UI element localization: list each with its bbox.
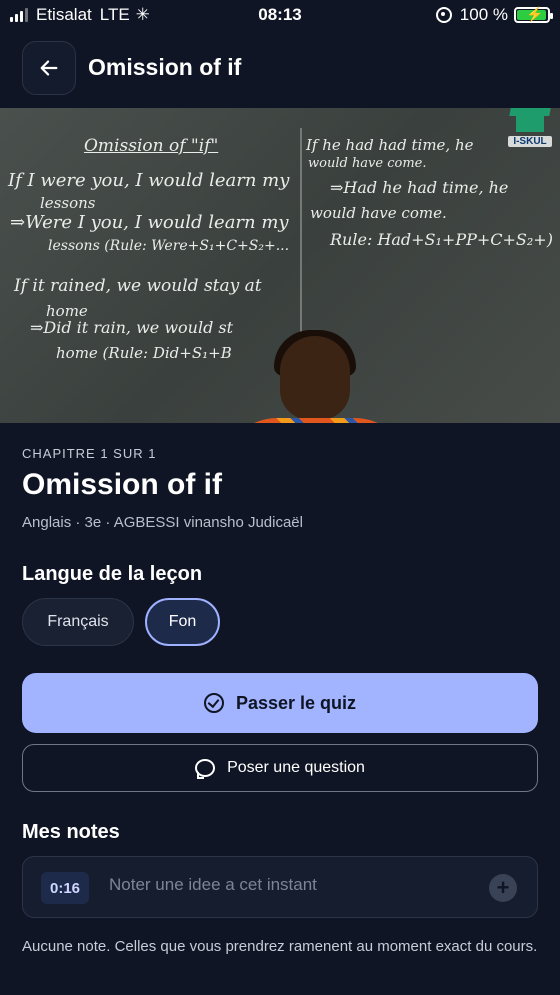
board-text: Omission of "if" <box>84 136 219 156</box>
check-circle-icon <box>203 693 224 713</box>
arrow-left-icon <box>40 60 58 76</box>
top-app-bar: Omission of if <box>0 34 560 106</box>
language-option-francais[interactable]: Français <box>22 598 134 646</box>
take-quiz-label: Passer le quiz <box>235 692 357 713</box>
chapter-label: CHAPITRE 1 SUR 1 <box>22 446 157 461</box>
status-bar: Etisalat LTE ✳ 08:13 100 % ⚡ <box>0 0 560 34</box>
board-text: home (Rule: Did+S₁+B <box>56 344 232 362</box>
take-quiz-button[interactable]: Passer le quiz <box>22 673 538 733</box>
board-text: ⇒Did it rain, we would st <box>30 318 234 337</box>
ask-question-button[interactable]: Poser une question <box>22 744 538 792</box>
note-input[interactable] <box>107 869 471 901</box>
page-title: Omission of if <box>88 54 242 80</box>
board-text: If I were you, I would learn my <box>8 170 290 191</box>
empty-notes-message: Aucune note. Celles que vous prendrez ra… <box>22 938 538 955</box>
status-right: 100 % ⚡ <box>435 5 553 25</box>
board-text: ⇒Had he had time, he <box>330 178 509 197</box>
board-text: ⇒Were I you, I would learn my <box>10 212 289 233</box>
board-text: lessons <box>40 194 96 212</box>
add-note-button[interactable]: + <box>489 874 517 902</box>
language-heading: Langue de la leçon <box>22 563 203 585</box>
note-timestamp-badge: 0:16 <box>41 872 90 904</box>
board-text: would have come. <box>308 156 427 171</box>
battery-icon: ⚡ <box>514 6 553 23</box>
battery-percent: 100 % <box>459 5 508 24</box>
note-composer: 0:16 + <box>22 856 538 918</box>
lesson-meta: Anglais · 3e · AGBESSI vinansho Judicaël <box>22 514 303 531</box>
lesson-title: Omission of if <box>22 468 223 501</box>
ask-question-label: Poser une question <box>227 759 365 776</box>
notes-heading: Mes notes <box>22 821 120 843</box>
orientation-lock-icon <box>435 7 452 23</box>
board-text: If it rained, we would stay at <box>14 276 262 296</box>
board-text: Rule: Had+S₁+PP+C+S₂+) <box>330 230 553 249</box>
teacher-figure <box>218 330 418 423</box>
video-player[interactable]: Omission of "if" If I were you, I would … <box>0 108 560 423</box>
language-option-fon[interactable]: Fon <box>145 598 220 646</box>
chat-bubble-icon <box>195 759 216 779</box>
board-text: would have come. <box>310 204 447 222</box>
school-logo: I-SKUL <box>508 114 552 160</box>
board-text: If he had had time, he <box>306 136 474 154</box>
board-text: lessons (Rule: Were+S₁+C+S₂+... <box>48 238 290 254</box>
back-button[interactable] <box>22 41 76 95</box>
